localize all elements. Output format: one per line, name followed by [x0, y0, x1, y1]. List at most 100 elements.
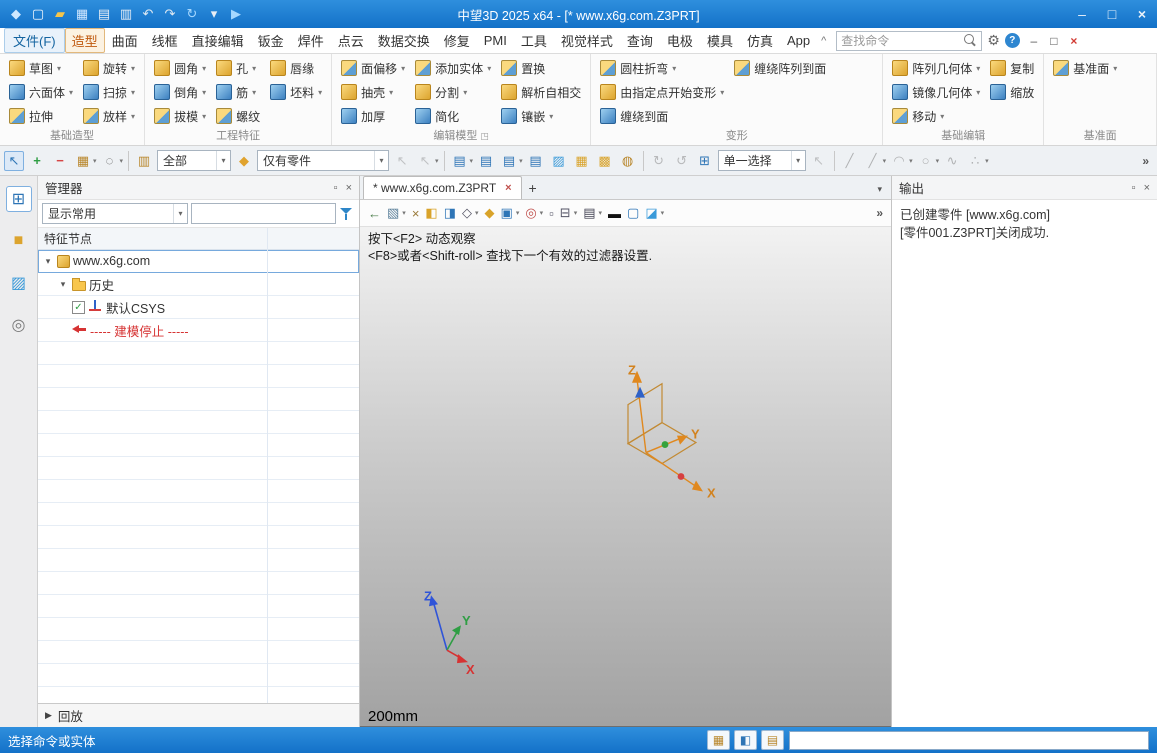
zoom-box-icon[interactable]: ▫	[549, 206, 554, 221]
maximize-button[interactable]: □	[1097, 0, 1127, 28]
ribbon-tab[interactable]: 电极	[660, 28, 700, 53]
display-filter-combo[interactable]: 显示常用 ▾	[42, 203, 188, 224]
ribbon-item[interactable]: 扫掠▾	[79, 80, 139, 104]
filter-list-icon[interactable]: ▥	[134, 151, 154, 171]
ribbon-tab[interactable]: 工具	[514, 28, 554, 53]
expand-arrow-icon[interactable]: ▾	[57, 279, 69, 290]
ribbon-tab[interactable]: 直接编辑	[185, 28, 251, 53]
pick-grid-icon[interactable]: ⊞	[695, 151, 715, 171]
datum-plane-a[interactable]	[628, 384, 662, 444]
back-arrow-icon[interactable]: ←	[368, 206, 381, 221]
ribbon-item[interactable]: 加厚	[337, 104, 409, 128]
ribbon-item[interactable]: 草图▾	[5, 56, 77, 80]
display-attributes-icon[interactable]: ▧	[387, 205, 399, 221]
ribbon-item[interactable]: 倒角▾	[150, 80, 210, 104]
layer-display-icon[interactable]: ▤	[583, 205, 595, 221]
filter-funnel-icon[interactable]	[339, 206, 355, 222]
run-icon[interactable]: ▶	[226, 4, 246, 24]
dropdown-arrow-icon[interactable]: ▾	[516, 209, 520, 217]
ribbon-item[interactable]: 阵列几何体▾	[888, 56, 984, 80]
pick-guard-icon[interactable]: ◆	[234, 151, 254, 171]
close-panel-icon[interactable]: ×	[1144, 182, 1150, 194]
pick-prev-icon[interactable]: ↖	[809, 151, 829, 171]
add-to-selection-icon[interactable]: +	[27, 151, 47, 171]
shade-mode-icon[interactable]: ◨	[444, 205, 456, 221]
ribbon-tab[interactable]: 造型	[65, 28, 105, 53]
ribbon-tab[interactable]: 焊件	[291, 28, 331, 53]
face-color-icon[interactable]: ◧	[425, 205, 437, 221]
doc-restore-button[interactable]: □	[1044, 34, 1064, 48]
ribbon-item[interactable]: 缠绕到面	[596, 104, 728, 128]
datum-z-handle[interactable]	[635, 387, 645, 398]
dropdown-arrow-icon[interactable]: ▾	[883, 157, 887, 165]
ribbon-tab[interactable]: PMI	[477, 30, 514, 51]
section-view-icon[interactable]: ▣	[501, 205, 513, 221]
layer-settings-icon[interactable]: ▩	[595, 151, 615, 171]
point-tool-icon[interactable]: ∴	[965, 151, 985, 171]
ribbon-item[interactable]: 缩放	[986, 80, 1038, 104]
ribbon-tab[interactable]: 点云	[331, 28, 371, 53]
dropdown-arrow-icon[interactable]: ▾	[985, 157, 989, 165]
dropdown-arrow-icon[interactable]: ▾	[519, 157, 523, 165]
assembly-panel-icon[interactable]: ■	[6, 228, 32, 254]
view-undo-icon[interactable]: ↺	[672, 151, 692, 171]
batch-plot-icon[interactable]: ▥	[116, 4, 136, 24]
help-icon[interactable]: ?	[1005, 33, 1020, 48]
display-toggle-icon[interactable]: ◧	[734, 730, 757, 750]
ribbon-item[interactable]: 放样▾	[79, 104, 139, 128]
undo-icon[interactable]: ↶	[138, 4, 158, 24]
rotate-center-icon[interactable]: ◎	[525, 205, 536, 221]
pick-last-icon[interactable]: ↖	[392, 151, 412, 171]
toolbar-overflow-chevron[interactable]: »	[1142, 154, 1153, 168]
polyline-tool-icon[interactable]: ╱	[863, 151, 883, 171]
quick-access-dropdown-icon[interactable]: ▾	[204, 4, 224, 24]
status-input[interactable]	[789, 731, 1149, 750]
ribbon-item[interactable]: 拉伸	[5, 104, 77, 128]
edge-display-icon[interactable]: ▬	[608, 206, 621, 221]
ribbon-item[interactable]: 镜像几何体▾	[888, 80, 984, 104]
tree-search-input[interactable]	[191, 203, 336, 224]
ribbon-tab[interactable]: 曲面	[105, 28, 145, 53]
ribbon-item[interactable]: 添加实体▾	[411, 56, 495, 80]
close-button[interactable]: ×	[1127, 0, 1157, 28]
view-redo-icon[interactable]: ↻	[649, 151, 669, 171]
search-input[interactable]	[837, 34, 964, 48]
close-panel-icon[interactable]: ×	[346, 182, 352, 194]
dropdown-arrow-icon[interactable]: ▾	[475, 209, 479, 217]
dropdown-arrow-icon[interactable]: ▾	[470, 157, 474, 165]
entity-filter-combo[interactable]: 全部▾	[157, 150, 231, 171]
dropdown-arrow-icon[interactable]: ▾	[435, 157, 439, 165]
layer-manager-icon[interactable]: ▦	[572, 151, 592, 171]
circle-tool-icon[interactable]: ○	[916, 151, 936, 171]
ribbon-tab[interactable]: 数据交换	[371, 28, 437, 53]
ribbon-item[interactable]: 旋转▾	[79, 56, 139, 80]
ribbon-item[interactable]: 圆柱折弯▾	[596, 56, 728, 80]
ribbon-item[interactable]: 缠绕阵列到面	[730, 56, 830, 80]
tree-node[interactable]: ✓默认CSYS	[38, 296, 359, 319]
list-filter-icon[interactable]: ▤	[450, 151, 470, 171]
spreadsheet-toggle-icon[interactable]: ▦	[707, 730, 730, 750]
datum-display-icon[interactable]: ⊟	[560, 205, 571, 221]
open-folder-icon[interactable]: ▰	[50, 4, 70, 24]
ribbon-tab[interactable]: 视觉样式	[554, 28, 620, 53]
ribbon-tab[interactable]: 钣金	[251, 28, 291, 53]
datum-z-axis[interactable]	[637, 379, 646, 453]
datum-x-point[interactable]	[678, 473, 685, 480]
ribbon-item[interactable]: 简化	[411, 104, 495, 128]
combo-arrow-icon[interactable]: ▾	[791, 151, 805, 170]
ribbon-item[interactable]: 复制	[986, 56, 1038, 80]
tab-close-icon[interactable]: ×	[505, 182, 511, 194]
pick-all-icon[interactable]: ↖	[415, 151, 435, 171]
tree-node[interactable]: ▾www.x6g.com	[38, 250, 359, 273]
gallery-icon[interactable]: ▨	[549, 151, 569, 171]
print-icon[interactable]: ▤	[94, 4, 114, 24]
dropdown-arrow-icon[interactable]: ▾	[909, 157, 913, 165]
ribbon-item[interactable]: 六面体▾	[5, 80, 77, 104]
ribbon-item[interactable]: 镶嵌▾	[497, 104, 585, 128]
tree-node[interactable]: ▾历史	[38, 273, 359, 296]
pin-panel-icon[interactable]: ▫	[334, 182, 338, 194]
expand-arrow-icon[interactable]: ▾	[42, 256, 54, 267]
ribbon-item[interactable]: 螺纹	[212, 104, 264, 128]
dropdown-arrow-icon[interactable]: ▾	[599, 209, 603, 217]
file-menu-button[interactable]: 文件(F)	[4, 28, 65, 53]
